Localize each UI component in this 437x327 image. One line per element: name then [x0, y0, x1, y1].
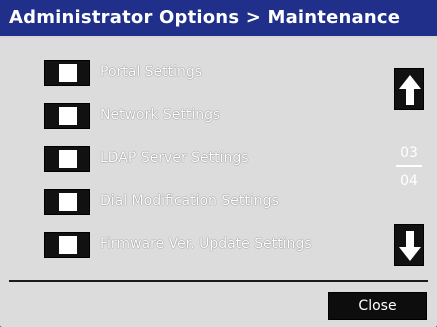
- arrow-down-icon: [399, 231, 421, 261]
- menu-item-button[interactable]: [44, 60, 90, 86]
- menu-item-label: Dial Modification Settings: [100, 193, 279, 209]
- title-bar: Administrator Options > Maintenance: [0, 0, 437, 38]
- menu-item-network-settings[interactable]: Network Settings: [44, 103, 374, 131]
- checkbox-square: [59, 193, 77, 211]
- window-title: Administrator Options > Maintenance: [9, 7, 401, 28]
- menu-item-button[interactable]: [44, 189, 90, 215]
- menu-item-label: Firmware Ver. Update Settings: [100, 236, 312, 252]
- checkbox-square: [59, 64, 77, 82]
- divider: [9, 280, 428, 282]
- checkbox-square: [59, 150, 77, 168]
- menu-item-label: Portal Settings: [100, 64, 203, 80]
- maintenance-window: Administrator Options > Maintenance Port…: [0, 0, 437, 327]
- page-indicator: 03 04: [394, 145, 424, 189]
- menu-item-button[interactable]: [44, 103, 90, 129]
- menu-item-label: Network Settings: [100, 107, 221, 123]
- scroll-down-button[interactable]: [394, 224, 424, 266]
- menu-item-portal-settings[interactable]: Portal Settings: [44, 60, 374, 88]
- menu-item-ldap-server-settings[interactable]: LDAP Server Settings: [44, 146, 374, 174]
- arrow-up-icon: [399, 75, 421, 105]
- current-page: 03: [400, 145, 418, 161]
- menu-item-button[interactable]: [44, 146, 90, 172]
- close-button[interactable]: Close: [328, 292, 427, 320]
- menu-item-button[interactable]: [44, 232, 90, 258]
- checkbox-square: [59, 236, 77, 254]
- page-divider: [396, 165, 422, 167]
- menu-item-label: LDAP Server Settings: [100, 150, 249, 166]
- menu-item-dial-modification-settings[interactable]: Dial Modification Settings: [44, 189, 374, 217]
- total-pages: 04: [400, 173, 418, 189]
- checkbox-square: [59, 107, 77, 125]
- menu-item-firmware-update-settings[interactable]: Firmware Ver. Update Settings: [44, 232, 374, 260]
- scroll-up-button[interactable]: [394, 68, 424, 110]
